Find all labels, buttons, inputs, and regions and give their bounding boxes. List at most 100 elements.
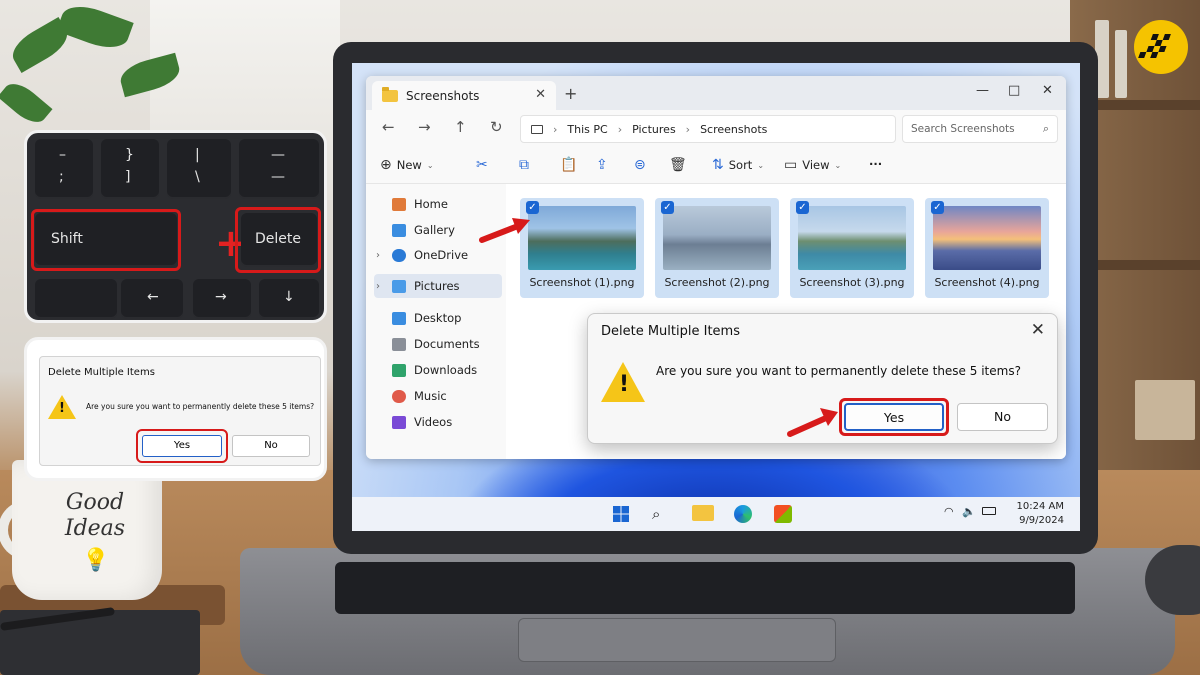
sidebar-item-label: Home xyxy=(414,197,448,211)
laptop-trackpad xyxy=(518,618,836,662)
edge-browser-icon[interactable] xyxy=(734,505,752,523)
file-name: Screenshot (3).png xyxy=(799,276,905,289)
video-icon xyxy=(392,415,406,429)
checkbox-checked-icon[interactable]: ✓ xyxy=(931,201,944,214)
checkbox-checked-icon[interactable]: ✓ xyxy=(796,201,809,214)
wifi-icon[interactable]: ◠ xyxy=(944,505,954,518)
address-bar-row: ← → ↑ ↻ › This PC › Pictures › Screensho… xyxy=(366,110,1066,148)
red-arrow-icon xyxy=(787,408,838,437)
highlight-frame xyxy=(839,398,949,436)
file-item[interactable]: ✓ Screenshot (1).png xyxy=(520,198,644,298)
sidebar-item-pictures[interactable]: › Pictures xyxy=(374,274,502,298)
breadcrumb[interactable]: › This PC › Pictures › Screenshots xyxy=(520,115,896,143)
mini-dialog-message: Are you sure you want to permanently del… xyxy=(86,402,315,411)
volume-icon[interactable]: 🔈 xyxy=(962,505,976,518)
taskbar: ⌕ ◠ 🔈 10:24 AM 9/9/2024 xyxy=(352,497,1080,531)
keyboard-key: ↓ xyxy=(259,279,319,319)
back-button[interactable]: ← xyxy=(382,118,395,136)
new-tab-button[interactable]: + xyxy=(564,84,577,103)
clock-date: 9/9/2024 xyxy=(1019,515,1064,526)
tab-label: Screenshots xyxy=(406,88,480,103)
sidebar-item-videos[interactable]: Videos xyxy=(374,410,502,434)
no-button[interactable]: No xyxy=(957,403,1048,431)
sort-icon: ⇅ xyxy=(712,157,724,173)
maximize-button[interactable]: □ xyxy=(1008,83,1020,98)
store-icon[interactable] xyxy=(774,505,792,523)
sidebar-item-home[interactable]: Home xyxy=(374,192,502,216)
sidebar-item-downloads[interactable]: Downloads xyxy=(374,358,502,382)
warning-exclamation: ! xyxy=(619,372,630,397)
checkbox-checked-icon[interactable]: ✓ xyxy=(661,201,674,214)
sidebar-item-onedrive[interactable]: › OneDrive xyxy=(374,243,502,267)
dialog-close-icon[interactable]: ✕ xyxy=(1031,320,1045,340)
windows-start-icon[interactable] xyxy=(612,505,630,523)
chevron-right-icon[interactable]: › xyxy=(376,250,380,261)
rename-icon[interactable]: ⊜ xyxy=(634,157,646,173)
sidebar-item-label: Pictures xyxy=(414,279,460,293)
share-icon[interactable]: ⇪ xyxy=(596,157,608,173)
keyboard-key: –; xyxy=(35,139,93,199)
close-window-button[interactable]: ✕ xyxy=(1042,83,1053,98)
mini-dialog-title: Delete Multiple Items xyxy=(48,367,155,378)
search-input[interactable]: Search Screenshots ⌕ xyxy=(902,115,1058,143)
sort-button[interactable]: ⇅ Sort ⌄ xyxy=(712,157,764,173)
sidebar-item-label: Desktop xyxy=(414,311,462,325)
sidebar-item-documents[interactable]: Documents xyxy=(374,332,502,356)
breadcrumb-separator: › xyxy=(553,122,558,136)
cloud-icon xyxy=(392,248,406,262)
thumbnail-image xyxy=(798,206,906,270)
breadcrumb-screenshots[interactable]: Screenshots xyxy=(700,123,767,136)
file-explorer-icon[interactable] xyxy=(692,505,714,521)
document-icon xyxy=(392,337,406,351)
sidebar-item-label: Videos xyxy=(414,415,453,429)
music-icon xyxy=(392,389,406,403)
delete-icon[interactable]: 🗑 xyxy=(669,157,687,173)
view-button[interactable]: ▭ View ⌄ xyxy=(784,157,841,173)
command-bar: ⊕ New ⌄ ✂ ⧉ 📋 ⇪ ⊜ 🗑 ⇅ Sort ⌄ ▭ View ⌄ ··… xyxy=(366,148,1066,184)
minimize-button[interactable]: — xyxy=(976,83,989,98)
sidebar-item-music[interactable]: Music xyxy=(374,384,502,408)
breadcrumb-this-pc[interactable]: This PC xyxy=(567,123,607,136)
search-icon[interactable]: ⌕ xyxy=(652,505,670,523)
forward-button[interactable]: → xyxy=(418,118,431,136)
copy-icon[interactable]: ⧉ xyxy=(519,157,529,173)
search-placeholder: Search Screenshots xyxy=(911,123,1015,135)
file-item[interactable]: ✓ Screenshot (4).png xyxy=(925,198,1049,298)
warning-exclamation: ! xyxy=(59,401,65,416)
keyboard-key: — — xyxy=(239,139,319,199)
file-item[interactable]: ✓ Screenshot (3).png xyxy=(790,198,914,298)
keyboard-key: | \ xyxy=(167,139,231,199)
red-arrow-icon xyxy=(479,218,530,243)
paste-icon[interactable]: 📋 xyxy=(560,157,577,173)
plant-leaf xyxy=(56,0,134,55)
sidebar-item-desktop[interactable]: Desktop xyxy=(374,306,502,330)
folder-icon xyxy=(382,86,398,102)
sidebar-item-label: OneDrive xyxy=(414,248,469,262)
home-icon xyxy=(392,197,406,211)
chevron-right-icon[interactable]: › xyxy=(376,281,380,292)
breadcrumb-pictures[interactable]: Pictures xyxy=(632,123,676,136)
highlight-frame xyxy=(31,209,181,271)
file-item[interactable]: ✓ Screenshot (2).png xyxy=(655,198,779,298)
system-clock[interactable]: 10:24 AM 9/9/2024 xyxy=(1017,500,1064,528)
thumbnail-image xyxy=(663,206,771,270)
thumbnail-image xyxy=(933,206,1041,270)
chevron-down-icon: ⌄ xyxy=(426,160,434,170)
file-name: Screenshot (2).png xyxy=(664,276,770,289)
battery-icon[interactable] xyxy=(982,507,996,515)
mini-delete-dialog: Delete Multiple Items ! Are you sure you… xyxy=(39,356,321,466)
mini-no-button[interactable]: No xyxy=(232,435,310,457)
keyboard-key: ← xyxy=(121,279,183,319)
tab-screenshots[interactable]: Screenshots ✕ xyxy=(372,81,556,110)
dialog-zoom-inset: Delete Multiple Items ! Are you sure you… xyxy=(24,337,327,481)
keyboard-shortcut-inset: –; }] | \ — — Shift + Delete ← → ↓ xyxy=(24,130,327,323)
plant-leaf xyxy=(0,76,53,130)
cut-icon[interactable]: ✂ xyxy=(476,157,488,173)
more-options-button[interactable]: ··· xyxy=(869,157,882,171)
new-button[interactable]: ⊕ New ⌄ xyxy=(380,157,434,173)
tab-close-icon[interactable]: ✕ xyxy=(535,87,546,102)
mug-text: Good Ideas xyxy=(64,490,126,541)
checkbox-checked-icon[interactable]: ✓ xyxy=(526,201,539,214)
up-button[interactable]: ↑ xyxy=(454,118,467,136)
refresh-button[interactable]: ↻ xyxy=(490,118,503,136)
